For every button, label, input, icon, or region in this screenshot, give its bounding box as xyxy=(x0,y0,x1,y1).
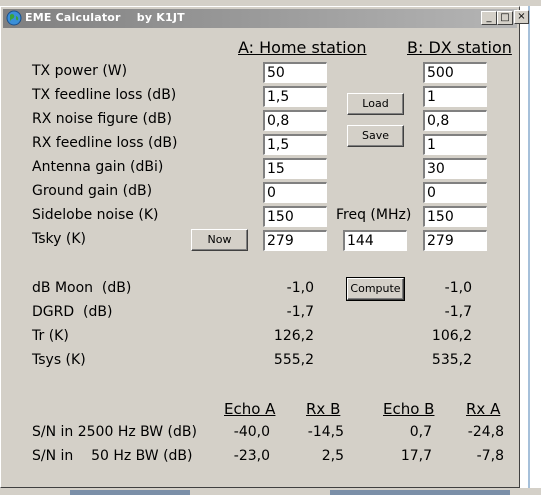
rx-b-header: Rx B xyxy=(306,400,341,418)
home-tsys-value: 555,2 xyxy=(273,352,314,368)
echo-b-header: Echo B xyxy=(383,400,435,418)
background-scroll-strip xyxy=(528,6,530,495)
rx-a-header: Rx A xyxy=(466,400,501,418)
tsky-label: Tsky (K) xyxy=(32,231,86,247)
save-button[interactable]: Save xyxy=(347,125,404,147)
home-tx-feedline-loss-field[interactable] xyxy=(263,86,327,107)
home-tx-power-field[interactable] xyxy=(263,62,327,83)
now-button[interactable]: Now xyxy=(191,229,248,251)
home-rx-feedline-loss-field[interactable] xyxy=(263,134,327,155)
db-moon-label: dB Moon (dB) xyxy=(32,280,132,296)
home-tr-value: 126,2 xyxy=(273,328,314,344)
dx-dgrd-value: -1,7 xyxy=(444,304,472,320)
dx-antenna-gain-field[interactable] xyxy=(423,158,487,179)
home-sidelobe-noise-field[interactable] xyxy=(263,206,327,227)
background-taskbar xyxy=(0,488,541,495)
home-db-moon-value: -1,0 xyxy=(286,280,314,296)
maximize-button[interactable]: □ xyxy=(497,11,513,25)
background-window-edge xyxy=(520,6,541,495)
sn-2500-echo-a: -40,0 xyxy=(233,424,270,440)
title-bar[interactable]: EME Calculator by K1JT _ □ xyxy=(3,9,517,28)
tr-label: Tr (K) xyxy=(32,328,69,344)
close-button[interactable]: × xyxy=(514,10,529,24)
dgrd-label: DGRD (dB) xyxy=(32,304,113,320)
tsys-label: Tsys (K) xyxy=(32,352,86,368)
dx-tsys-value: 535,2 xyxy=(431,352,472,368)
home-station-header: A: Home station xyxy=(238,38,367,57)
dx-tx-feedline-loss-field[interactable] xyxy=(423,86,487,107)
ground-gain-label: Ground gain (dB) xyxy=(32,183,153,199)
home-dgrd-value: -1,7 xyxy=(286,304,314,320)
echo-a-header: Echo A xyxy=(224,400,276,418)
taskbar-segment xyxy=(330,490,510,495)
minimize-button[interactable]: _ xyxy=(481,11,497,25)
dx-tx-power-field[interactable] xyxy=(423,62,487,83)
dx-rx-feedline-loss-field[interactable] xyxy=(423,134,487,155)
sn-50-echo-b: 17,7 xyxy=(400,448,432,464)
taskbar-segment xyxy=(70,490,190,495)
dx-station-header: B: DX station xyxy=(407,38,512,57)
tx-power-label: TX power (W) xyxy=(32,63,128,79)
sn-50-echo-a: -23,0 xyxy=(233,448,270,464)
sn-2500-label: S/N in 2500 Hz BW (dB) xyxy=(32,424,197,440)
window-title: EME Calculator by K1JT xyxy=(25,11,185,24)
load-button[interactable]: Load xyxy=(347,93,404,115)
rx-feedline-loss-label: RX feedline loss (dB) xyxy=(32,135,178,151)
freq-label: Freq (MHz) xyxy=(336,207,412,223)
home-rx-noise-figure-field[interactable] xyxy=(263,110,327,131)
home-tsky-field[interactable] xyxy=(263,230,327,251)
globe-icon xyxy=(6,10,22,26)
home-ground-gain-field[interactable] xyxy=(263,182,327,203)
home-antenna-gain-field[interactable] xyxy=(263,158,327,179)
compute-button[interactable]: Compute xyxy=(346,277,405,301)
sn-50-label: S/N in 50 Hz BW (dB) xyxy=(32,448,193,464)
rx-noise-figure-label: RX noise figure (dB) xyxy=(32,111,172,127)
dx-db-moon-value: -1,0 xyxy=(444,280,472,296)
antenna-gain-label: Antenna gain (dBi) xyxy=(32,159,164,175)
sn-50-rx-a: -7,8 xyxy=(476,448,504,464)
tx-feedline-loss-label: TX feedline loss (dB) xyxy=(32,87,177,103)
sn-2500-rx-a: -24,8 xyxy=(467,424,504,440)
sidelobe-noise-label: Sidelobe noise (K) xyxy=(32,207,159,223)
sn-2500-echo-b: 0,7 xyxy=(409,424,432,440)
dx-tr-value: 106,2 xyxy=(431,328,472,344)
dx-ground-gain-field[interactable] xyxy=(423,182,487,203)
sn-50-rx-b: 2,5 xyxy=(321,448,344,464)
dx-sidelobe-noise-field[interactable] xyxy=(423,206,487,227)
dx-rx-noise-figure-field[interactable] xyxy=(423,110,487,131)
dx-tsky-field[interactable] xyxy=(423,230,487,251)
freq-field[interactable] xyxy=(343,230,407,251)
sn-2500-rx-b: -14,5 xyxy=(307,424,344,440)
